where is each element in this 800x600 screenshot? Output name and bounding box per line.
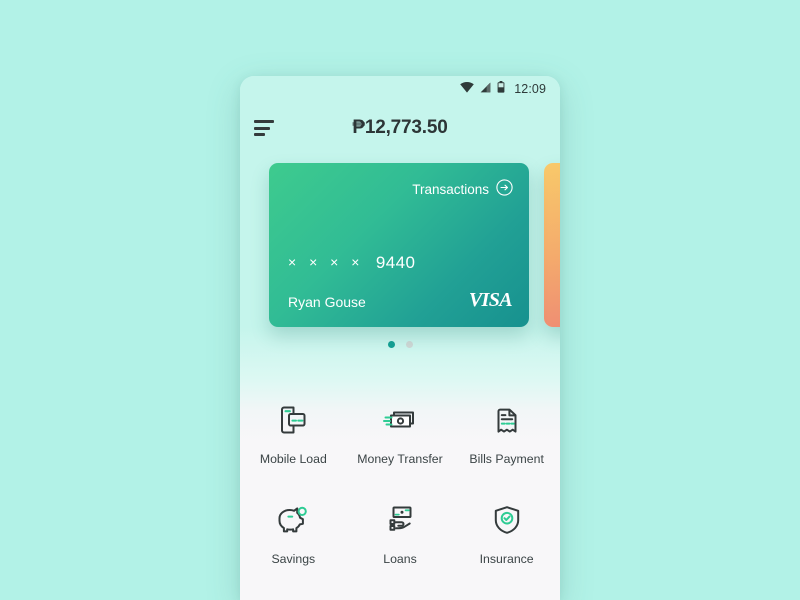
carousel-page-indicator — [240, 341, 560, 348]
money-transfer-icon — [382, 401, 417, 439]
shortcut-mobile-load[interactable]: Mobile Load — [240, 401, 347, 466]
shortcut-bills-payment[interactable]: Bills Payment — [453, 401, 560, 466]
shortcut-label: Savings — [271, 552, 316, 566]
card-carousel[interactable]: Transactions × × × × 9440 Ryan Gouse VIS… — [240, 163, 560, 333]
shortcut-label: Insurance — [479, 552, 534, 566]
shortcut-label: Bills Payment — [469, 452, 544, 466]
hamburger-menu-icon[interactable] — [254, 120, 276, 136]
shield-check-icon — [490, 501, 524, 539]
account-balance: ₱12,773.50 — [352, 117, 448, 138]
menu-line-2 — [254, 126, 270, 130]
status-bar: 12:09 — [240, 76, 560, 102]
shortcut-insurance[interactable]: Insurance — [453, 501, 560, 566]
app-bar: ₱12,773.50 — [240, 106, 560, 150]
card-secondary[interactable] — [544, 163, 560, 327]
wifi-icon — [460, 80, 475, 98]
card-number-last-four: 9440 — [375, 253, 416, 272]
transactions-label: Transactions — [412, 181, 489, 197]
arrow-right-circle-icon[interactable] — [496, 179, 513, 199]
status-bar-clock: 12:09 — [514, 82, 546, 96]
menu-line-3 — [254, 133, 265, 136]
visa-logo: VISA — [468, 289, 513, 311]
piggy-bank-icon — [275, 501, 311, 539]
hand-money-icon — [383, 501, 417, 539]
shortcut-grid: Mobile Load Money Transfer Bills Payment… — [240, 401, 560, 566]
page-dot-1[interactable] — [387, 341, 395, 348]
card-number-masked: × × × × — [288, 254, 364, 270]
shortcut-label: Loans — [383, 552, 417, 566]
card-holder-name: Ryan Gouse — [288, 294, 366, 310]
phone-screen: 12:09 ₱12,773.50 Transactions × × × × 94… — [240, 76, 560, 600]
shortcut-label: Mobile Load — [259, 452, 327, 466]
transactions-link[interactable]: Transactions — [412, 179, 513, 199]
phone-frame: 12:09 ₱12,773.50 Transactions × × × × 94… — [240, 76, 560, 600]
card-number: × × × × 9440 — [288, 253, 415, 273]
battery-icon — [497, 80, 505, 98]
card-primary[interactable]: Transactions × × × × 9440 Ryan Gouse VIS… — [269, 163, 529, 327]
menu-line-1 — [254, 120, 274, 123]
shortcut-savings[interactable]: Savings — [240, 501, 347, 566]
bills-payment-icon — [490, 401, 524, 439]
mobile-load-icon — [276, 401, 310, 439]
shortcut-loans[interactable]: Loans — [347, 501, 454, 566]
page-dot-2[interactable] — [405, 341, 413, 348]
cellular-signal-icon — [480, 80, 491, 98]
shortcut-money-transfer[interactable]: Money Transfer — [347, 401, 454, 466]
shortcut-label: Money Transfer — [357, 452, 443, 466]
